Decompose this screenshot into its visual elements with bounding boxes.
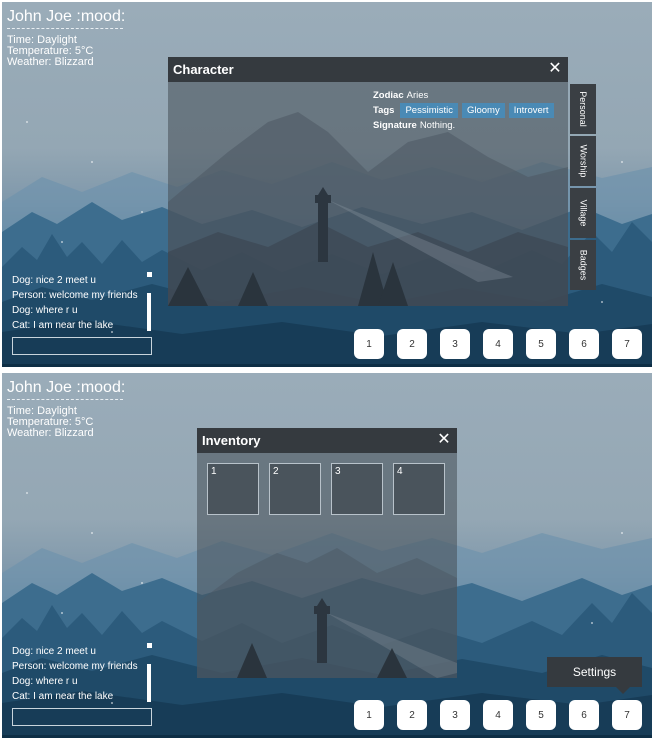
screen-bottom-bar	[2, 364, 652, 367]
hotbar-slot-2[interactable]: 2	[397, 700, 427, 730]
inventory-slot-1[interactable]: 1	[207, 463, 259, 515]
settings-tooltip: Settings	[547, 657, 642, 694]
tab-badges-label: Badges	[578, 249, 588, 281]
chat-scroll-arrow[interactable]	[147, 272, 152, 277]
chat-message: Dog: where r u	[12, 676, 78, 687]
chat-input[interactable]	[12, 708, 152, 726]
chat-message: Cat: I am near the lake	[12, 691, 114, 702]
chat-message: Dog: nice 2 meet u	[12, 646, 96, 657]
player-name: John Joe :mood:	[7, 8, 126, 25]
inventory-slot-2[interactable]: 2	[269, 463, 321, 515]
tab-village-label: Village	[578, 199, 589, 227]
tab-worship-label: Worship	[578, 144, 589, 178]
hotbar-slot-7[interactable]: 7	[612, 329, 642, 359]
tab-personal[interactable]: Personal	[570, 84, 596, 134]
chat-message: Person: welcome my friends	[12, 290, 138, 301]
game-view-inventory: John Joe :mood: Time: Daylight Temperatu…	[2, 373, 652, 738]
hotbar-slot-2[interactable]: 2	[397, 329, 427, 359]
character-info: Zodiac Aries Tags Pessimistic Gloomy Int…	[373, 88, 558, 133]
hotbar-slot-1[interactable]: 1	[354, 700, 384, 730]
hotbar-slot-3[interactable]: 3	[440, 700, 470, 730]
inventory-window-title: Inventory	[197, 428, 457, 453]
zodiac-row: Zodiac Aries	[373, 88, 558, 103]
inventory-window: Inventory ✕ 1 2 3 4	[197, 428, 457, 678]
hotbar-slot-6[interactable]: 6	[569, 700, 599, 730]
tags-row: Tags Pessimistic Gloomy Introvert	[373, 103, 558, 118]
hotbar-slot-5[interactable]: 5	[526, 329, 556, 359]
name-divider	[7, 28, 123, 29]
hotbar-slot-3[interactable]: 3	[440, 329, 470, 359]
player-name: John Joe :mood:	[7, 379, 126, 396]
chat-log: Dog: nice 2 meet u Person: welcome my fr…	[12, 644, 144, 704]
player-stats: Time: Daylight Temperature: 5°C Weather:…	[7, 406, 94, 439]
player-stats: Time: Daylight Temperature: 5°C Weather:…	[7, 35, 94, 68]
hotbar-slot-7[interactable]: 7	[612, 700, 642, 730]
close-icon[interactable]: ✕	[546, 60, 564, 78]
chat-message: Cat: I am near the lake	[12, 320, 114, 331]
tag-badge: Introvert	[508, 103, 554, 118]
tag-badge: Pessimistic	[400, 103, 458, 118]
chat-log: Dog: nice 2 meet u Person: welcome my fr…	[12, 273, 144, 333]
chat-message: Dog: where r u	[12, 305, 78, 316]
chat-scroll-arrow[interactable]	[147, 643, 152, 648]
tags-label: Tags	[373, 105, 395, 116]
tab-worship[interactable]: Worship	[570, 136, 596, 186]
tab-personal-label: Personal	[578, 91, 588, 127]
chat-scrollbar[interactable]	[147, 293, 151, 331]
hotbar-slot-5[interactable]: 5	[526, 700, 556, 730]
signature-row: Signature Nothing.	[373, 118, 558, 133]
inventory-slot-4[interactable]: 4	[393, 463, 445, 515]
name-divider	[7, 399, 123, 400]
hotbar-slot-4[interactable]: 4	[483, 700, 513, 730]
hotbar-slot-1[interactable]: 1	[354, 329, 384, 359]
signature-label: Signature	[373, 120, 417, 131]
screen-bottom-bar	[2, 735, 652, 738]
chat-message: Dog: nice 2 meet u	[12, 275, 96, 286]
weather-label: Weather: Blizzard	[7, 427, 94, 439]
close-icon[interactable]: ✕	[435, 431, 453, 449]
zodiac-value: Aries	[406, 90, 429, 101]
character-window-title: Character	[168, 57, 568, 82]
character-window: Character ✕ Zodiac Aries Tags Pessimisti…	[168, 57, 568, 306]
hotbar-slot-6[interactable]: 6	[569, 329, 599, 359]
game-view-character: John Joe :mood: Time: Daylight Temperatu…	[2, 2, 652, 367]
chat-message: Person: welcome my friends	[12, 661, 138, 672]
tag-badge: Gloomy	[461, 103, 505, 118]
hotbar-slot-4[interactable]: 4	[483, 329, 513, 359]
tab-village[interactable]: Village	[570, 188, 596, 238]
inventory-slot-3[interactable]: 3	[331, 463, 383, 515]
weather-label: Weather: Blizzard	[7, 56, 94, 68]
zodiac-label: Zodiac	[373, 90, 404, 101]
chat-scrollbar[interactable]	[147, 664, 151, 702]
chat-input[interactable]	[12, 337, 152, 355]
signature-value: Nothing.	[419, 120, 456, 131]
tab-badges[interactable]: Badges	[570, 240, 596, 290]
